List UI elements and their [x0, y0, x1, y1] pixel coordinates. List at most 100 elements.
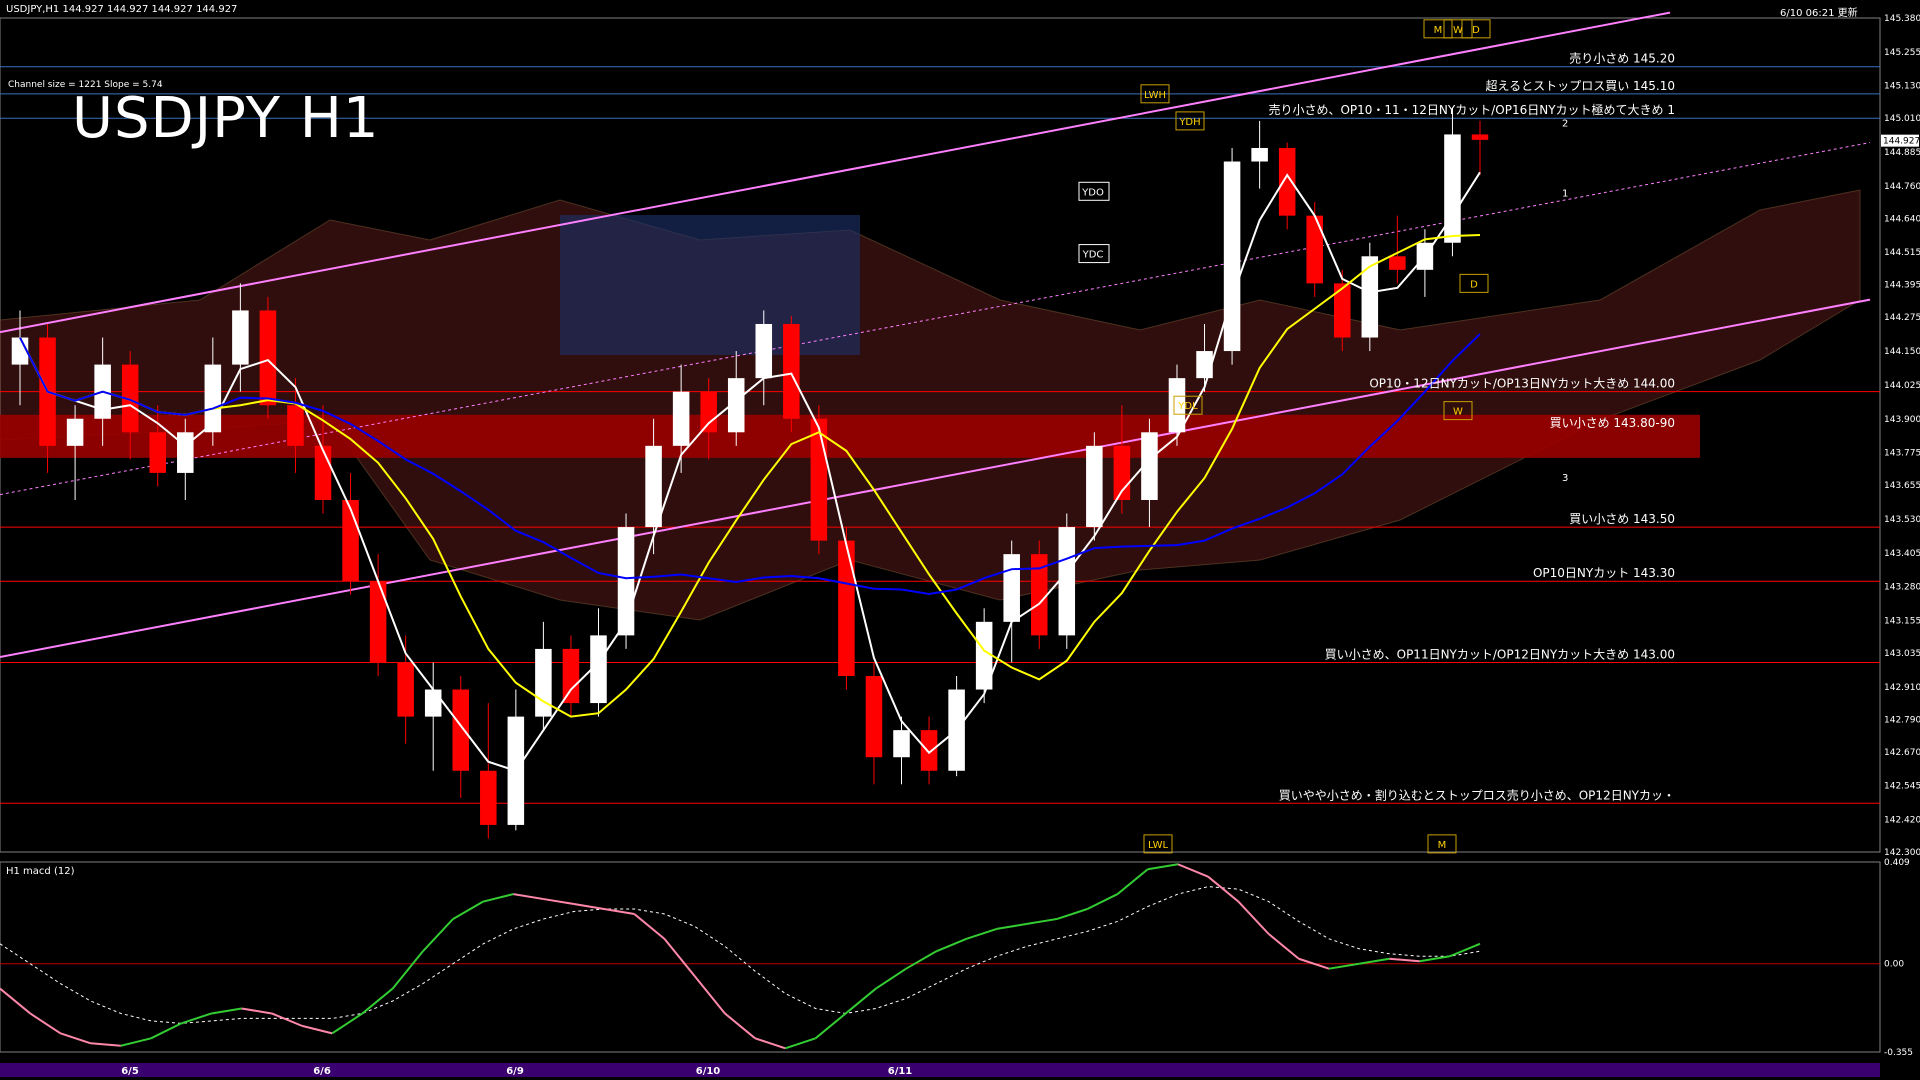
candle-body: [645, 445, 662, 528]
macd-main-segment: [452, 900, 484, 920]
price-tick-label: 144.640: [1884, 214, 1920, 224]
macd-main-segment: [1419, 955, 1450, 963]
marker-label: YDH: [1178, 117, 1200, 128]
candle-body: [1361, 256, 1379, 338]
candle-body: [838, 540, 855, 676]
macd-main-segment: [513, 893, 544, 901]
macd-main-segment: [603, 908, 635, 915]
date-label: 6/11: [888, 1066, 913, 1077]
macd-main-segment: [814, 1012, 847, 1040]
candle-body: [397, 662, 414, 717]
chart-title: USDJPY H1: [72, 86, 380, 151]
level-label: OP10・12日NYカット/OP13日NYカット大きめ 144.00: [1369, 377, 1675, 391]
price-tick-label: 145.010: [1884, 114, 1920, 124]
candle-body: [1223, 161, 1241, 352]
level-label: 売り小さめ 145.20: [1569, 51, 1675, 66]
price-tick-label: 143.900: [1884, 415, 1920, 425]
marker-label: YDC: [1082, 250, 1104, 261]
price-tick-label: 145.255: [1884, 48, 1920, 58]
macd-main-segment: [663, 938, 696, 977]
price-tick-label: 144.395: [1884, 281, 1920, 291]
candle-body: [893, 730, 910, 758]
price-tick-label: 143.405: [1884, 549, 1920, 559]
marker-label: D: [1472, 25, 1480, 36]
date-label: 6/10: [696, 1066, 721, 1077]
buy-zone-band: [0, 414, 1700, 458]
macd-main-segment: [1177, 863, 1209, 878]
marker-label: W: [1453, 407, 1463, 418]
macd-main-segment: [241, 1007, 272, 1015]
macd-main-segment: [1267, 933, 1300, 960]
projection-label: 1: [1562, 189, 1568, 200]
level-label: 買い小さめ 143.50: [1569, 512, 1675, 526]
price-tick-label: 142.545: [1884, 782, 1920, 792]
macd-tick-label: 0.409: [1884, 858, 1910, 868]
marker-label: LWL: [1148, 840, 1169, 851]
candle-body: [480, 770, 497, 825]
macd-main-segment: [996, 922, 1028, 930]
macd-main-segment: [845, 987, 877, 1015]
date-band: [0, 1063, 1880, 1077]
symbol-info: USDJPY,H1 144.927 144.927 144.927 144.92…: [6, 4, 238, 15]
price-tick-label: 142.300: [1884, 848, 1920, 858]
price-tick-label: 144.275: [1884, 313, 1920, 323]
price-tick-label: 143.655: [1884, 481, 1920, 491]
candle-body: [342, 499, 359, 582]
price-tick-label: 142.910: [1884, 683, 1920, 693]
macd-main-segment: [693, 975, 726, 1015]
candle-body: [149, 432, 166, 473]
candle-body: [1444, 134, 1461, 243]
level-label: 買いやや小さめ・割り込むとストップロス売り小さめ、OP12日NYカッ・: [1279, 787, 1675, 802]
macd-main-segment: [271, 1012, 303, 1027]
zone-label: 買い小さめ 143.80-90: [1550, 416, 1675, 430]
price-tick-label: 142.420: [1884, 816, 1920, 826]
macd-tick-label: 0.00: [1884, 960, 1904, 970]
macd-main-segment: [543, 898, 575, 906]
macd-main-segment: [1147, 863, 1179, 871]
candle-body: [562, 648, 580, 704]
candle-body: [1196, 351, 1213, 379]
price-tick-label: 143.155: [1884, 616, 1920, 626]
macd-main-segment: [90, 1042, 121, 1047]
macd-main-segment: [483, 893, 514, 903]
candle-body: [672, 391, 690, 446]
candle-body: [314, 445, 332, 500]
candle-body: [259, 310, 277, 406]
macd-main-segment: [211, 1007, 242, 1015]
macd-main-segment: [1359, 957, 1390, 965]
price-tick-label: 144.150: [1884, 347, 1920, 357]
marker-label: D: [1470, 279, 1478, 290]
macd-main-segment: [150, 1022, 182, 1040]
macd-main-segment: [1237, 900, 1270, 935]
candle-body: [700, 391, 717, 433]
macd-main-segment: [966, 927, 998, 940]
update-timestamp: 6/10 06:21 更新: [1780, 8, 1858, 19]
price-tick-label: 145.130: [1884, 82, 1920, 92]
candle-body: [452, 689, 470, 771]
candle-body: [232, 310, 249, 365]
marker-label: YDL: [1177, 401, 1198, 412]
macd-main-segment: [633, 913, 666, 940]
current-price-label: 144.927: [1883, 137, 1920, 147]
marker-label: LWH: [1144, 90, 1166, 101]
candle-body: [1058, 527, 1076, 636]
candle-body: [424, 689, 442, 717]
price-tick-label: 143.775: [1884, 449, 1920, 459]
macd-main-segment: [391, 950, 424, 990]
macd-main-segment: [1086, 893, 1118, 910]
candle-body: [1306, 215, 1323, 284]
candle-body: [1389, 256, 1406, 270]
marker-label: YDO: [1081, 187, 1104, 198]
candle-body: [783, 323, 800, 419]
ichimoku-cloud: [0, 189, 1861, 621]
candle-body: [1003, 554, 1020, 622]
level-label: 売り小さめ、OP10・11・12日NYカット/OP16日NYカット極めて大きめ …: [1268, 102, 1675, 117]
macd-main-segment: [1389, 957, 1420, 963]
macd-main-segment: [754, 1037, 786, 1050]
macd-label: H1 macd (12): [6, 866, 75, 877]
level-label: 買い小さめ、OP11日NYカット/OP12日NYカット大きめ 143.00: [1325, 647, 1675, 661]
macd-main-segment: [1449, 942, 1481, 958]
candle-body: [865, 675, 883, 758]
macd-main-segment: [724, 1012, 756, 1040]
macd-tick-label: -0.355: [1884, 1048, 1913, 1058]
